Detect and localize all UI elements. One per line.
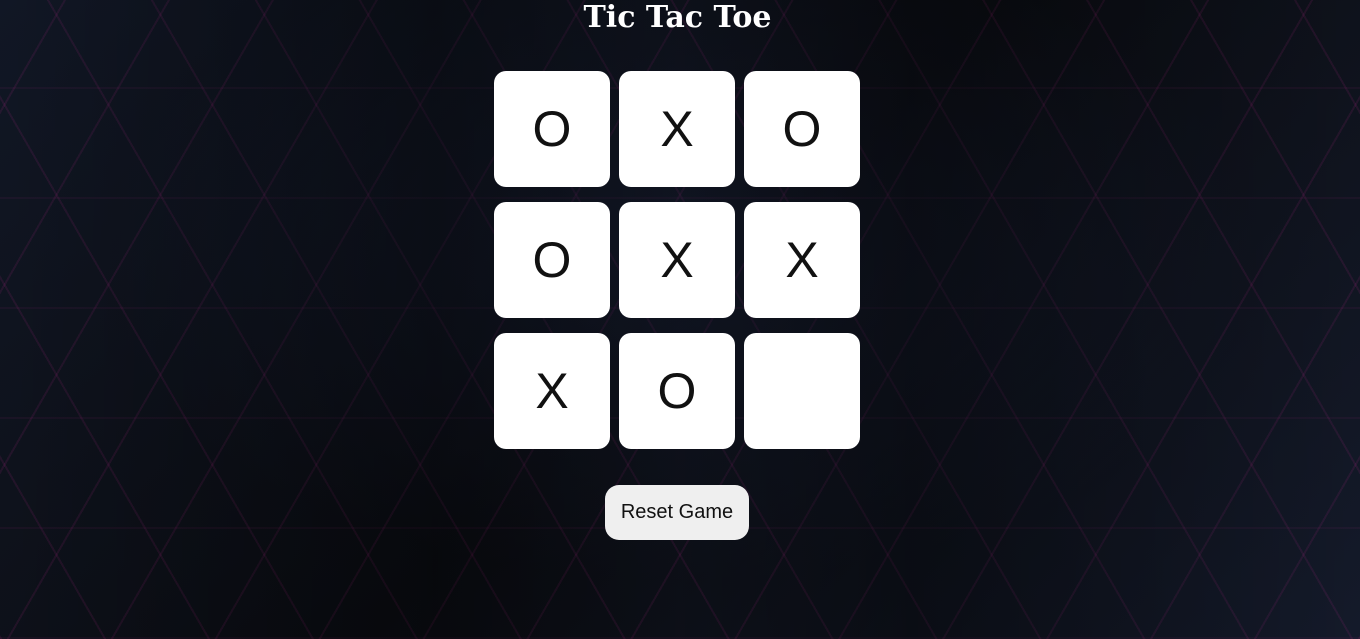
board-cell-8[interactable]: O (619, 333, 735, 449)
board-cell-2[interactable]: X (619, 71, 735, 187)
board-cell-9[interactable] (744, 333, 860, 449)
board-cell-7[interactable]: X (494, 333, 610, 449)
reset-game-button[interactable]: Reset Game (605, 485, 749, 540)
board-cell-6[interactable]: X (744, 202, 860, 318)
game-board: O X O O X X X O (494, 71, 860, 449)
page-title: Tic Tac Toe (583, 0, 772, 35)
board-cell-5[interactable]: X (619, 202, 735, 318)
board-cell-3[interactable]: O (744, 71, 860, 187)
board-cell-4[interactable]: O (494, 202, 610, 318)
game-page: { "title": "Tic Tac Toe", "board": { "ce… (0, 0, 1360, 639)
board-cell-1[interactable]: O (494, 71, 610, 187)
